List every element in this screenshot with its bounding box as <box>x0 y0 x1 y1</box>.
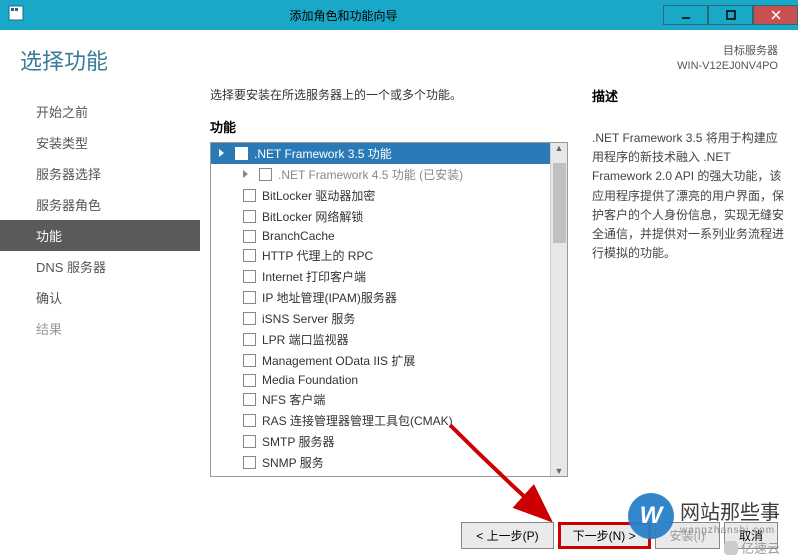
feature-item[interactable]: BitLocker 驱动器加密 <box>211 185 550 206</box>
description-panel: 描述 .NET Framework 3.5 将用于构建应用程序的新技术融入 .N… <box>578 86 798 516</box>
watermark-secondary-text: 亿速云 <box>741 538 780 557</box>
feature-checkbox[interactable] <box>243 374 256 387</box>
feature-checkbox[interactable] <box>243 249 256 262</box>
feature-label: LPR 端口监视器 <box>262 331 349 348</box>
expand-icon[interactable] <box>243 170 253 180</box>
feature-label: HTTP 代理上的 RPC <box>262 247 373 264</box>
feature-label: IP 地址管理(IPAM)服务器 <box>262 289 397 306</box>
feature-checkbox[interactable] <box>243 312 256 325</box>
instruction-text: 选择要安装在所选服务器上的一个或多个功能。 <box>210 86 568 103</box>
feature-checkbox[interactable] <box>235 147 248 160</box>
feature-item[interactable]: BitLocker 网络解锁 <box>211 206 550 227</box>
watermark-logo: W 网站那些事 wangzhanshi.com <box>628 493 780 539</box>
nav-item-0[interactable]: 开始之前 <box>0 96 200 127</box>
nav-item-1[interactable]: 安装类型 <box>0 127 200 158</box>
feature-item[interactable]: .NET Framework 4.5 功能 (已安装) <box>211 164 550 185</box>
target-server-label: 目标服务器 <box>677 44 778 59</box>
window-title: 添加角色和功能向导 <box>24 7 663 24</box>
expand-icon[interactable] <box>219 149 229 159</box>
page-title: 选择功能 <box>20 44 108 76</box>
feature-label: BranchCache <box>262 229 335 243</box>
feature-item[interactable]: LPR 端口监视器 <box>211 329 550 350</box>
scroll-thumb[interactable] <box>553 163 566 243</box>
feature-checkbox[interactable] <box>259 168 272 181</box>
nav-item-4[interactable]: 功能 <box>0 220 200 251</box>
feature-checkbox[interactable] <box>243 435 256 448</box>
scroll-down-icon[interactable]: ▼ <box>551 466 567 476</box>
feature-item[interactable]: Internet 打印客户端 <box>211 266 550 287</box>
target-server-name: WIN-V12EJ0NV4PO <box>677 59 778 74</box>
watermark-secondary-icon <box>724 541 738 555</box>
description-text: .NET Framework 3.5 将用于构建应用程序的新技术融入 .NET … <box>592 129 784 263</box>
feature-label: .NET Framework 4.5 功能 (已安装) <box>278 166 463 183</box>
feature-label: iSNS Server 服务 <box>262 310 355 327</box>
features-list[interactable]: .NET Framework 3.5 功能 .NET Framework 4.5 … <box>211 143 550 476</box>
feature-item[interactable]: Media Foundation <box>211 371 550 389</box>
feature-item[interactable]: .NET Framework 3.5 功能 <box>211 143 550 164</box>
watermark-icon: W <box>628 493 674 539</box>
nav-item-7: 结果 <box>0 313 200 344</box>
nav-item-3[interactable]: 服务器角色 <box>0 189 200 220</box>
description-label: 描述 <box>592 86 784 105</box>
vertical-scrollbar[interactable]: ▲ ▼ <box>550 143 567 476</box>
nav-item-6[interactable]: 确认 <box>0 282 200 313</box>
feature-checkbox[interactable] <box>243 333 256 346</box>
feature-checkbox[interactable] <box>243 210 256 223</box>
feature-item[interactable]: HTTP 代理上的 RPC <box>211 245 550 266</box>
feature-label: SMTP 服务器 <box>262 433 334 450</box>
window-controls <box>663 5 798 25</box>
nav-item-5[interactable]: DNS 服务器 <box>0 251 200 282</box>
feature-checkbox[interactable] <box>243 354 256 367</box>
feature-label: Internet 打印客户端 <box>262 268 366 285</box>
app-icon <box>8 5 24 26</box>
maximize-button[interactable] <box>708 5 753 25</box>
target-server-info: 目标服务器 WIN-V12EJ0NV4PO <box>677 44 778 75</box>
feature-label: NFS 客户端 <box>262 391 325 408</box>
feature-item[interactable]: BranchCache <box>211 227 550 245</box>
watermark-text: 网站那些事 <box>680 496 780 525</box>
feature-checkbox[interactable] <box>243 414 256 427</box>
feature-label: BitLocker 驱动器加密 <box>262 187 375 204</box>
feature-item[interactable]: SMTP 服务器 <box>211 431 550 452</box>
scroll-up-icon[interactable]: ▲ <box>551 143 567 153</box>
watermark-url: wangzhanshi.com <box>680 525 780 536</box>
feature-label: RAS 连接管理器管理工具包(CMAK) <box>262 412 453 429</box>
feature-item[interactable]: NFS 客户端 <box>211 389 550 410</box>
main-panel: 选择要安装在所选服务器上的一个或多个功能。 功能 .NET Framework … <box>200 86 578 516</box>
feature-label: Media Foundation <box>262 373 358 387</box>
feature-checkbox[interactable] <box>243 189 256 202</box>
watermark-secondary: 亿速云 <box>724 538 780 557</box>
close-button[interactable] <box>753 5 798 25</box>
titlebar: 添加角色和功能向导 <box>0 0 798 30</box>
feature-item[interactable]: Management OData IIS 扩展 <box>211 350 550 371</box>
previous-button[interactable]: < 上一步(P) <box>461 522 553 549</box>
features-label: 功能 <box>210 117 568 136</box>
feature-item[interactable]: RAS 连接管理器管理工具包(CMAK) <box>211 410 550 431</box>
feature-checkbox[interactable] <box>243 291 256 304</box>
feature-checkbox[interactable] <box>243 270 256 283</box>
feature-checkbox[interactable] <box>243 456 256 469</box>
feature-checkbox[interactable] <box>243 393 256 406</box>
feature-item[interactable]: iSNS Server 服务 <box>211 308 550 329</box>
feature-item[interactable]: IP 地址管理(IPAM)服务器 <box>211 287 550 308</box>
feature-label: Management OData IIS 扩展 <box>262 352 415 369</box>
feature-label: .NET Framework 3.5 功能 <box>254 145 392 162</box>
features-tree: .NET Framework 3.5 功能 .NET Framework 4.5 … <box>210 142 568 477</box>
feature-checkbox[interactable] <box>243 230 256 243</box>
wizard-nav: 开始之前安装类型服务器选择服务器角色功能DNS 服务器确认结果 <box>0 86 200 516</box>
minimize-button[interactable] <box>663 5 708 25</box>
feature-label: SNMP 服务 <box>262 454 324 471</box>
header: 选择功能 目标服务器 WIN-V12EJ0NV4PO <box>0 30 798 86</box>
feature-item[interactable]: SNMP 服务 <box>211 452 550 473</box>
nav-item-2[interactable]: 服务器选择 <box>0 158 200 189</box>
feature-label: BitLocker 网络解锁 <box>262 208 363 225</box>
